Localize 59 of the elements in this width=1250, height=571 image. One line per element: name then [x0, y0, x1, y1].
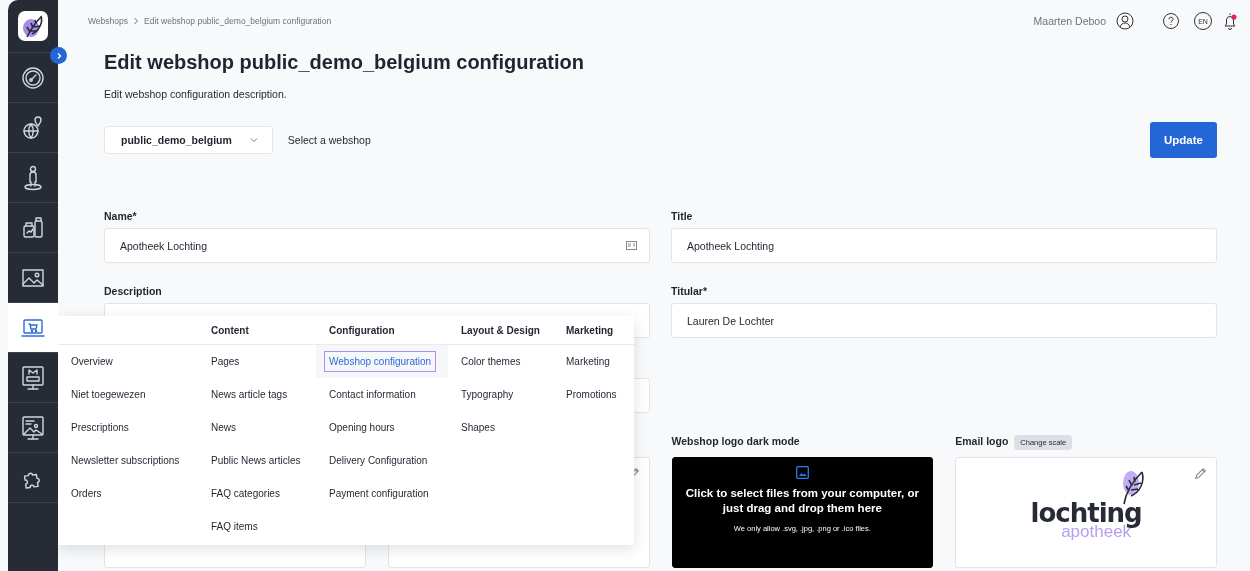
dropdown-hint: Select a webshop	[287, 134, 371, 146]
menu-item[interactable]: Overview	[71, 352, 113, 371]
upload-prompt: Click to select files from your computer, or just drag and drop them here	[684, 486, 920, 516]
menu-heading: Marketing	[566, 324, 614, 336]
menu-item[interactable]: Opening hours	[329, 418, 395, 437]
update-button[interactable]: Update	[1150, 122, 1217, 158]
menu-item[interactable]: Marketing	[566, 352, 610, 371]
menu-item[interactable]: FAQ items	[211, 517, 258, 536]
pencil-icon[interactable]	[1195, 468, 1206, 479]
menu-heading: Layout & Design	[461, 324, 540, 336]
menu-item[interactable]: Webshop configuration	[324, 351, 437, 372]
menu-item[interactable]: Orders	[71, 484, 102, 503]
input-field[interactable]: Apotheek Lochting	[671, 228, 1217, 263]
menu-item[interactable]: Payment configuration	[329, 484, 429, 503]
field-label: Titular*	[671, 285, 707, 299]
menu-item[interactable]: News	[211, 418, 236, 437]
leaf-logo-icon[interactable]	[18, 11, 48, 41]
webshop-dropdown[interactable]: public_demo_belgium	[104, 126, 273, 154]
menu-heading: Configuration	[329, 324, 395, 336]
help-icon	[1162, 12, 1180, 30]
field-label: Email logo	[955, 435, 1009, 449]
sidebar-item[interactable]	[8, 303, 58, 353]
field-label: Name*	[104, 210, 137, 224]
field-label: Description	[104, 285, 162, 299]
id-card-icon	[626, 241, 637, 250]
bottles-icon	[20, 214, 46, 241]
input-field[interactable]: Lauren De Lochter	[671, 303, 1217, 338]
monitor-icon	[20, 364, 46, 391]
easel-icon	[20, 414, 46, 441]
menu-item[interactable]: Newsletter subscriptions	[71, 451, 180, 470]
user-avatar-icon	[1116, 12, 1134, 30]
caret-icon	[249, 137, 258, 143]
menu-item[interactable]: Prescriptions	[71, 418, 129, 437]
chevron-right-icon	[133, 17, 139, 25]
gauge-icon	[20, 64, 46, 91]
breadcrumb-current: Edit webshop public_demo_belgium configuration	[144, 16, 332, 26]
menu-item[interactable]: Pages	[211, 352, 240, 371]
menu-item[interactable]: Contact information	[329, 385, 416, 404]
field-label: Webshop logo dark mode	[671, 435, 800, 449]
user-name[interactable]: Maarten Deboo	[1033, 15, 1106, 27]
upload-area[interactable]: lochting apotheek	[955, 457, 1217, 568]
bell-icon	[1222, 12, 1238, 30]
menu-heading: Content	[211, 324, 249, 336]
page-title: Edit webshop public_demo_belgium configuration	[104, 50, 585, 74]
menu-item[interactable]: Niet toegewezen	[71, 385, 146, 404]
menu-item[interactable]: Promotions	[566, 385, 617, 404]
menu-item[interactable]: Color themes	[461, 352, 521, 371]
menu-item[interactable]: FAQ categories	[211, 484, 280, 503]
field-label: Title	[671, 210, 693, 224]
breadcrumb-link[interactable]: Webshops	[88, 16, 128, 26]
menu-item[interactable]: Typography	[461, 385, 514, 404]
input-field[interactable]: Apotheek Lochting	[104, 228, 650, 263]
page-description: Edit webshop configuration description.	[104, 88, 287, 100]
expand-button[interactable]	[50, 47, 67, 64]
menu-item[interactable]: News article tags	[211, 385, 288, 404]
menu-item[interactable]: Public News articles	[211, 451, 301, 470]
menu-item[interactable]: Delivery Configuration	[329, 451, 428, 470]
menu-item[interactable]: Shapes	[461, 418, 495, 437]
image-icon	[795, 466, 809, 479]
